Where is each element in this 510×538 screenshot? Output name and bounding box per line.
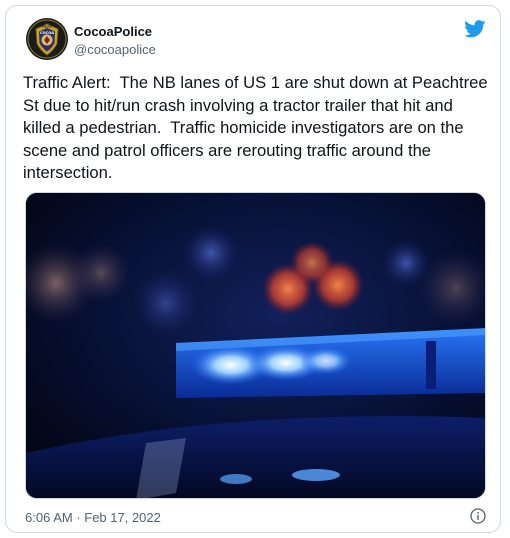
- avatar[interactable]: COCOA POLICE: [26, 18, 68, 60]
- police-badge-icon: COCOA POLICE: [27, 19, 67, 59]
- tweet-card[interactable]: COCOA POLICE CocoaPolice @cocoapolice Tr…: [5, 5, 501, 533]
- user-handle[interactable]: @cocoapolice: [74, 42, 156, 57]
- display-name[interactable]: CocoaPolice: [74, 24, 152, 39]
- svg-text:COCOA: COCOA: [40, 31, 54, 35]
- svg-text:POLICE: POLICE: [42, 25, 53, 29]
- twitter-bird-icon[interactable]: [464, 20, 486, 38]
- tweet-timestamp[interactable]: 6:06 AM · Feb 17, 2022: [25, 510, 161, 525]
- police-lights-photo: [26, 193, 485, 498]
- tweet-text: Traffic Alert: The NB lanes of US 1 are …: [23, 73, 493, 182]
- info-icon[interactable]: [470, 508, 486, 524]
- tweet-photo[interactable]: [25, 192, 486, 499]
